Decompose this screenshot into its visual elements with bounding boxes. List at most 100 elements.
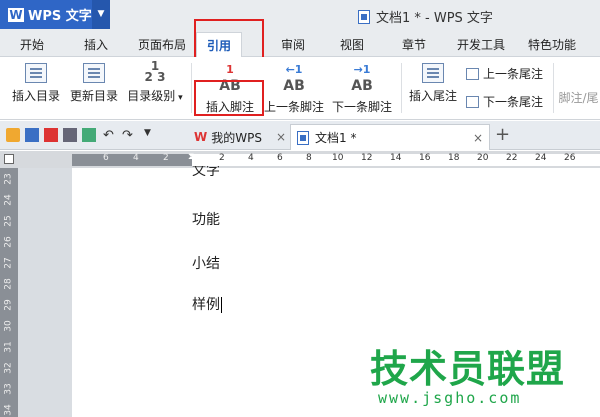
toc-icon	[25, 63, 47, 83]
ruler-label: 33	[3, 383, 14, 395]
ribbon-toolbar: 插入目录 更新目录 12 3 目录级别 ▾ 1 AB 插入脚注 ←1 AB 上一条脚…	[0, 57, 600, 120]
ruler-label: 29	[3, 299, 14, 311]
insert-toc-button[interactable]: 插入目录	[8, 63, 64, 104]
next-footnote-label: 下一条脚注	[331, 100, 392, 114]
ribbon-divider	[401, 63, 402, 113]
footnote-endnote-separator-button[interactable]: 脚注/尾	[557, 63, 600, 106]
ruler-label: 23	[3, 173, 14, 185]
paragraph-text: 样例	[192, 297, 220, 313]
tab-view[interactable]: 视图	[340, 36, 364, 53]
print-preview-icon[interactable]	[82, 128, 96, 142]
indent-marker-icon[interactable]: ⧗	[188, 152, 194, 162]
tab-home[interactable]: 开始	[20, 36, 44, 53]
ruler-label: 26	[3, 236, 14, 248]
window-title: 文档1 * - WPS 文字	[358, 7, 493, 26]
ruler-label: 22	[506, 153, 518, 163]
tab-my-wps-label: 我的WPS	[211, 130, 262, 145]
tab-document1[interactable]: 文档1 * ×	[290, 124, 490, 150]
prev-endnote-button[interactable]: 上一条尾注	[466, 65, 543, 82]
update-toc-label: 更新目录	[69, 89, 118, 103]
ruler-label: 2	[219, 153, 225, 163]
insert-endnote-label: 插入尾注	[408, 89, 457, 103]
toc-level-dropdown[interactable]: 12 3 目录级别 ▾	[124, 59, 186, 104]
close-icon[interactable]: ×	[276, 130, 286, 144]
paragraph-text: 文字	[192, 166, 220, 176]
tab-insert[interactable]: 插入	[84, 36, 108, 53]
customize-dropdown-icon[interactable]: ▼	[144, 128, 158, 142]
chevron-down-icon[interactable]: ▼	[92, 0, 110, 29]
close-icon[interactable]: ×	[473, 131, 483, 145]
export-pdf-icon[interactable]	[44, 128, 58, 142]
ruler-label: 12	[361, 153, 373, 163]
open-folder-icon[interactable]	[6, 128, 20, 142]
insert-toc-label: 插入目录	[11, 89, 60, 103]
ruler-label: 26	[564, 153, 576, 163]
prev-footnote-button[interactable]: ←1 AB 上一条脚注	[263, 61, 325, 115]
toc-level-label: 目录级别	[127, 89, 176, 103]
undo-icon[interactable]: ↶	[103, 128, 117, 143]
update-toc-button[interactable]: 更新目录	[66, 63, 122, 104]
ruler-label: 25	[3, 215, 14, 227]
ruler-label: 6	[277, 153, 283, 163]
next-footnote-button[interactable]: →1 AB 下一条脚注	[330, 61, 394, 115]
print-icon[interactable]	[63, 128, 77, 142]
tab-section[interactable]: 章节	[402, 36, 426, 53]
ruler-label: 4	[133, 153, 139, 163]
save-icon[interactable]	[25, 128, 39, 142]
tab-developer[interactable]: 开发工具	[457, 36, 505, 53]
ruler-label: 30	[3, 320, 14, 332]
next-footnote-icon: →1 AB	[351, 63, 373, 94]
insert-endnote-button[interactable]: 插入尾注	[406, 63, 460, 104]
wps-logo-icon: W	[194, 130, 208, 144]
ruler-label: 34	[3, 404, 14, 416]
prev-footnote-label: 上一条脚注	[263, 100, 324, 114]
ribbon-divider	[191, 63, 192, 113]
tab-stop-selector[interactable]	[4, 154, 14, 164]
title-bar: W WPS 文字 ▼ 文档1 * - WPS 文字	[0, 0, 600, 32]
paragraph-line: 样例	[192, 294, 222, 314]
footnote-endnote-label: 脚注/尾	[558, 91, 599, 105]
prev-endnote-label: 上一条尾注	[483, 67, 544, 81]
paragraph-line: 文字	[192, 166, 220, 176]
next-endnote-button[interactable]: 下一条尾注	[466, 93, 543, 110]
separator-icon	[557, 63, 600, 85]
refresh-toc-icon	[83, 63, 105, 83]
text-caret	[221, 297, 222, 313]
watermark-title: 技术员联盟	[370, 347, 566, 391]
tab-my-wps[interactable]: W 我的WPS ×	[188, 124, 292, 150]
endnote-icon	[422, 63, 444, 83]
tab-page-layout[interactable]: 页面布局	[138, 36, 186, 53]
ruler-label: 24	[3, 194, 14, 206]
window-title-text: 文档1 * - WPS 文字	[376, 11, 493, 26]
quick-access-toolbar: ↶ ↷ ▼ W 我的WPS × 文档1 * × +	[0, 121, 600, 150]
redo-icon[interactable]: ↷	[122, 128, 136, 143]
ribbon-divider	[553, 63, 554, 113]
ruler-label: 14	[390, 153, 402, 163]
paragraph-line: 小结	[192, 256, 220, 272]
ruler-label: 8	[306, 153, 312, 163]
ruler-label: 6	[103, 153, 109, 163]
ruler-label: 10	[332, 153, 344, 163]
site-watermark: 技术员联盟 www.jsgho.com	[370, 349, 565, 407]
wps-logo-icon: W	[8, 7, 24, 22]
tab-special[interactable]: 特色功能	[528, 36, 576, 53]
ruler-label: 18	[448, 153, 460, 163]
vertical-ruler: 23 24 25 26 27 28 29 30 31 32 33 34	[0, 168, 18, 417]
app-menu-label: WPS 文字	[28, 9, 92, 24]
ruler-label: 27	[3, 257, 14, 269]
ruler-label: 32	[3, 362, 14, 374]
tab-review[interactable]: 审阅	[281, 36, 305, 53]
watermark-url: www.jsgho.com	[378, 389, 522, 407]
ruler-label: 4	[248, 153, 254, 163]
level-123-icon: 12 3	[144, 59, 166, 84]
ruler-label: 20	[477, 153, 489, 163]
prev-endnote-icon	[466, 67, 479, 80]
ruler-label: 24	[535, 153, 547, 163]
ruler-label: 31	[3, 341, 14, 353]
app-menu-button[interactable]: W WPS 文字 ▼	[0, 0, 110, 29]
ruler-label: 16	[419, 153, 431, 163]
highlight-insert-footnote	[194, 80, 264, 116]
next-endnote-label: 下一条尾注	[483, 95, 544, 109]
document-icon	[297, 130, 309, 145]
new-tab-button[interactable]: +	[495, 124, 510, 145]
